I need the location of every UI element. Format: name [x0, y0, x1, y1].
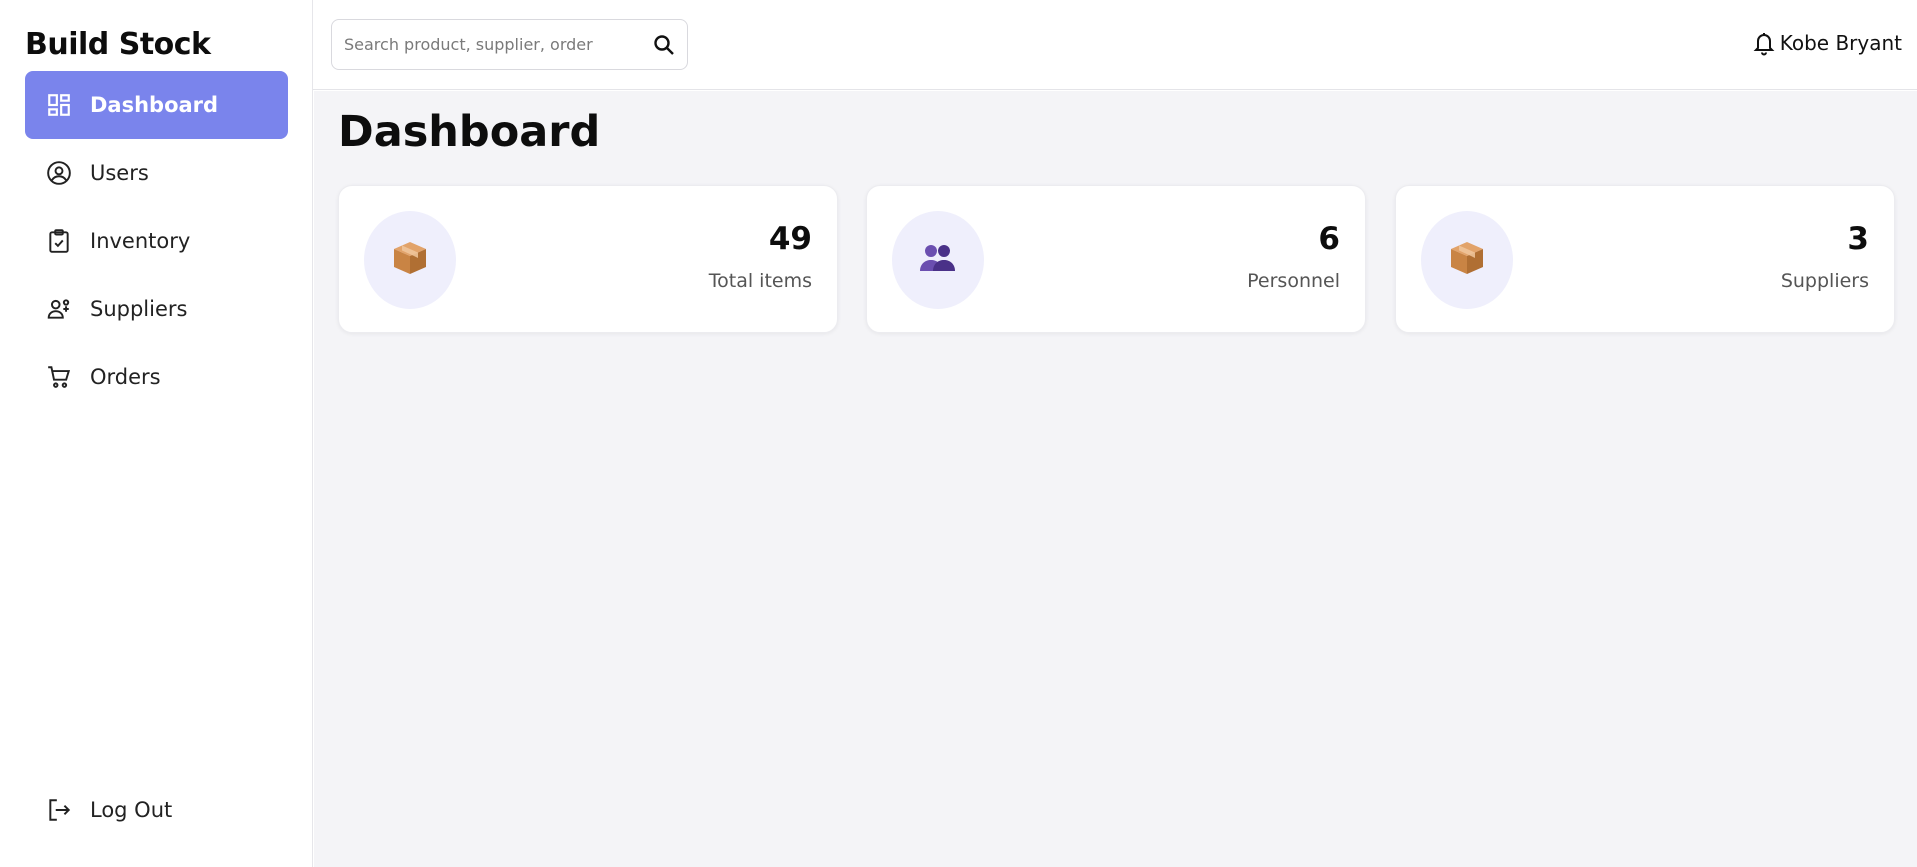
sidebar-item-label: Users — [90, 161, 149, 185]
user-circle-icon — [45, 160, 72, 187]
topbar: Kobe Bryant — [313, 0, 1917, 90]
stat-label: Personnel — [1247, 270, 1340, 292]
stat-card-total-items: 49 Total items — [338, 185, 838, 333]
search-input[interactable] — [344, 35, 634, 54]
bell-icon[interactable] — [1752, 30, 1776, 56]
cart-icon — [45, 364, 72, 391]
user-name: Kobe Bryant — [1779, 31, 1902, 55]
stat-label: Suppliers — [1780, 270, 1869, 292]
stat-icon-circle — [892, 211, 984, 309]
sidebar-nav: Dashboard Users Inventory Suppliers Orde… — [25, 71, 288, 411]
package-icon — [1447, 238, 1487, 282]
stat-icon-circle — [1421, 211, 1513, 309]
sidebar-item-label: Inventory — [90, 229, 191, 253]
sidebar-item-suppliers[interactable]: Suppliers — [25, 275, 288, 343]
stat-card-suppliers: 3 Suppliers — [1395, 185, 1895, 333]
sidebar: Build Stock Dashboard Users Inventory Su… — [0, 0, 313, 867]
sidebar-item-inventory[interactable]: Inventory — [25, 207, 288, 275]
sidebar-item-users[interactable]: Users — [25, 139, 288, 207]
sidebar-item-label: Suppliers — [90, 297, 188, 321]
sidebar-item-orders[interactable]: Orders — [25, 343, 288, 411]
stat-value: 49 — [768, 221, 812, 257]
sidebar-item-dashboard[interactable]: Dashboard — [25, 71, 288, 139]
suppliers-icon — [45, 296, 72, 323]
logout-section: Log Out — [25, 776, 288, 844]
stat-card-personnel: 6 Personnel — [866, 185, 1366, 333]
search-box — [331, 19, 688, 70]
page-title: Dashboard — [338, 107, 601, 157]
main-content: Dashboard 49 Total items 6 Personnel 3 S… — [314, 91, 1917, 867]
package-icon — [390, 238, 430, 282]
stat-value: 6 — [1318, 221, 1340, 257]
user-menu[interactable]: Kobe Bryant — [1752, 30, 1902, 56]
stat-icon-circle — [364, 211, 456, 309]
logout-icon — [45, 797, 72, 824]
sidebar-item-label: Dashboard — [90, 93, 219, 117]
clipboard-check-icon — [45, 228, 72, 255]
logout-label: Log Out — [90, 798, 173, 822]
brand-logo: Build Stock — [25, 27, 211, 62]
logout-button[interactable]: Log Out — [25, 776, 288, 844]
search-icon[interactable] — [650, 31, 678, 59]
dashboard-icon — [45, 92, 72, 119]
stat-label: Total items — [708, 270, 812, 292]
sidebar-item-label: Orders — [90, 365, 161, 389]
people-icon — [917, 238, 959, 282]
stat-value: 3 — [1847, 221, 1869, 257]
